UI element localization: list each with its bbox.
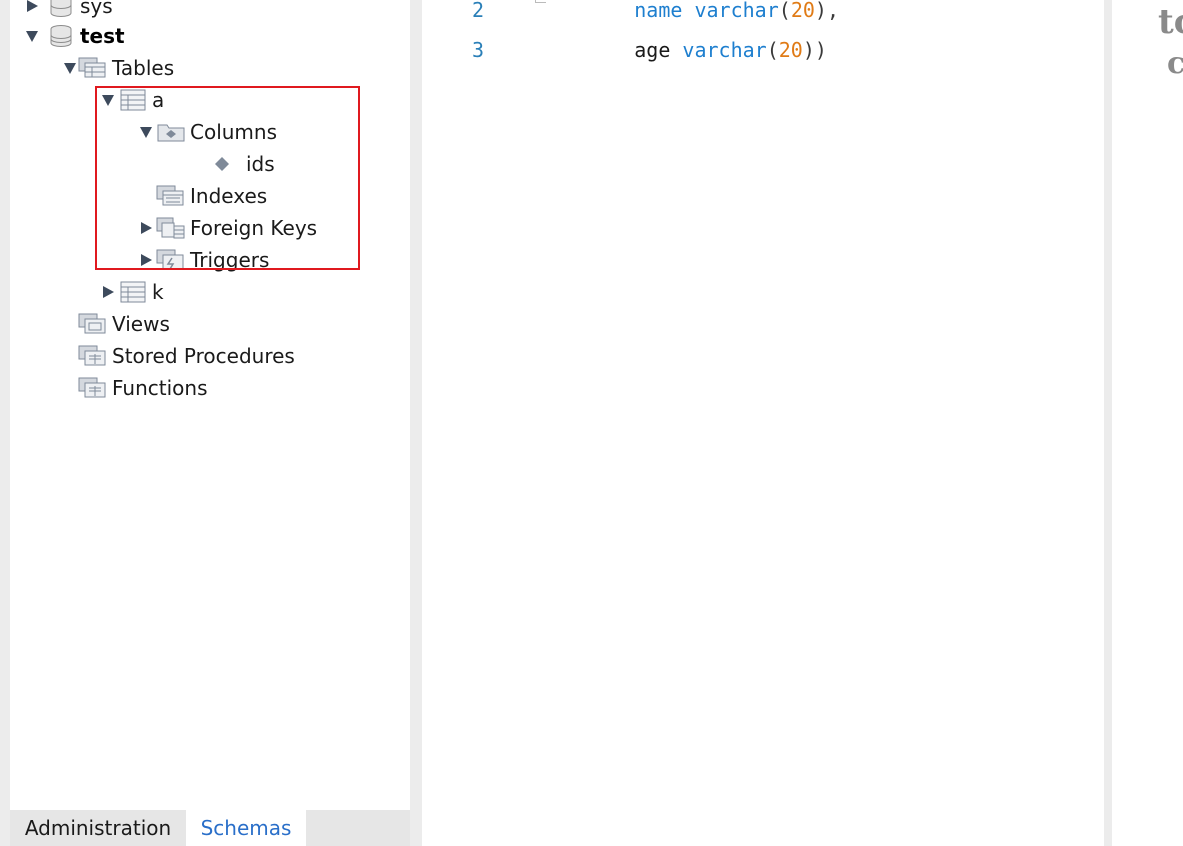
right-panel-text: c <box>1167 46 1183 81</box>
table-icon <box>118 89 148 111</box>
tree-item-label: test <box>80 24 125 48</box>
right-side-panel: tc c <box>1112 0 1183 846</box>
code-text: age varchar(20)) <box>562 14 827 86</box>
database-icon <box>46 0 76 17</box>
tab-administration[interactable]: Administration <box>10 810 186 846</box>
tables-folder-icon <box>78 57 108 79</box>
tree-item-sys[interactable]: sys <box>24 0 113 22</box>
tree-item-label: Indexes <box>190 184 268 208</box>
tree-item-label: a <box>152 88 165 112</box>
tree-item-table-k[interactable]: k <box>100 276 164 308</box>
sql-editor[interactable]: 2 name varchar(20), 3 age varchar(20)) <box>422 0 1104 846</box>
tree-item-stored-procedures[interactable]: Stored Procedures <box>62 340 295 372</box>
tab-schemas[interactable]: Schemas <box>186 810 306 846</box>
views-folder-icon <box>78 313 108 335</box>
tree-item-foreign-keys[interactable]: Foreign Keys <box>138 212 317 244</box>
tree-item-label: Foreign Keys <box>190 216 318 240</box>
line-number: 3 <box>472 38 485 62</box>
expand-arrow-icon[interactable] <box>138 252 154 268</box>
line-number: 2 <box>472 0 485 22</box>
fold-guide-icon <box>535 0 546 3</box>
code-token: )) <box>802 38 827 62</box>
tree-item-label: Functions <box>112 376 208 400</box>
database-icon <box>46 25 76 47</box>
stored-procedures-folder-icon <box>78 345 108 367</box>
functions-folder-icon <box>78 377 108 399</box>
code-token: 20 <box>778 38 803 62</box>
triggers-folder-icon <box>156 249 186 271</box>
code-line: 3 age varchar(20)) <box>422 30 1104 70</box>
expand-arrow-icon[interactable] <box>100 284 116 300</box>
tree-item-label: Columns <box>190 120 278 144</box>
tree-item-functions[interactable]: Functions <box>62 372 208 404</box>
tree-item-test[interactable]: test <box>24 20 125 52</box>
tree-item-column-ids[interactable]: ids <box>214 148 275 180</box>
columns-folder-icon <box>156 121 186 143</box>
tree-item-indexes[interactable]: Indexes <box>138 180 267 212</box>
foreign-keys-folder-icon <box>156 217 186 239</box>
right-panel-text: tc <box>1158 2 1183 42</box>
tree-item-label: Stored Procedures <box>112 344 295 368</box>
tree-item-label: Views <box>112 312 170 336</box>
tree-item-label: ids <box>246 152 275 176</box>
bottom-tab-bar: Administration Schemas <box>10 810 410 846</box>
tree-item-label: Tables <box>112 56 175 80</box>
tree-item-triggers[interactable]: Triggers <box>138 244 269 276</box>
indexes-folder-icon <box>156 185 186 207</box>
collapse-arrow-icon[interactable] <box>62 60 78 76</box>
tree-item-label: Triggers <box>190 248 270 272</box>
tree-item-label: k <box>152 280 164 304</box>
tree-item-table-a[interactable]: a <box>100 84 164 116</box>
tree-item-views[interactable]: Views <box>62 308 170 340</box>
collapse-arrow-icon[interactable] <box>100 92 116 108</box>
tree-item-columns[interactable]: Columns <box>138 116 277 148</box>
collapse-arrow-icon[interactable] <box>138 124 154 140</box>
tree-item-tables[interactable]: Tables <box>62 52 174 84</box>
column-diamond-icon <box>214 156 230 172</box>
expand-arrow-icon[interactable] <box>138 220 154 236</box>
navigator-panel: sys test Tables a Columns ids Indexes Fo… <box>10 0 410 846</box>
code-token: age <box>634 38 671 62</box>
table-icon <box>118 281 148 303</box>
expand-arrow-icon[interactable] <box>24 0 40 14</box>
code-token: varchar <box>682 38 767 62</box>
tree-item-label: sys <box>80 0 113 18</box>
code-token: ( <box>766 38 779 62</box>
collapse-arrow-icon[interactable] <box>24 28 40 44</box>
